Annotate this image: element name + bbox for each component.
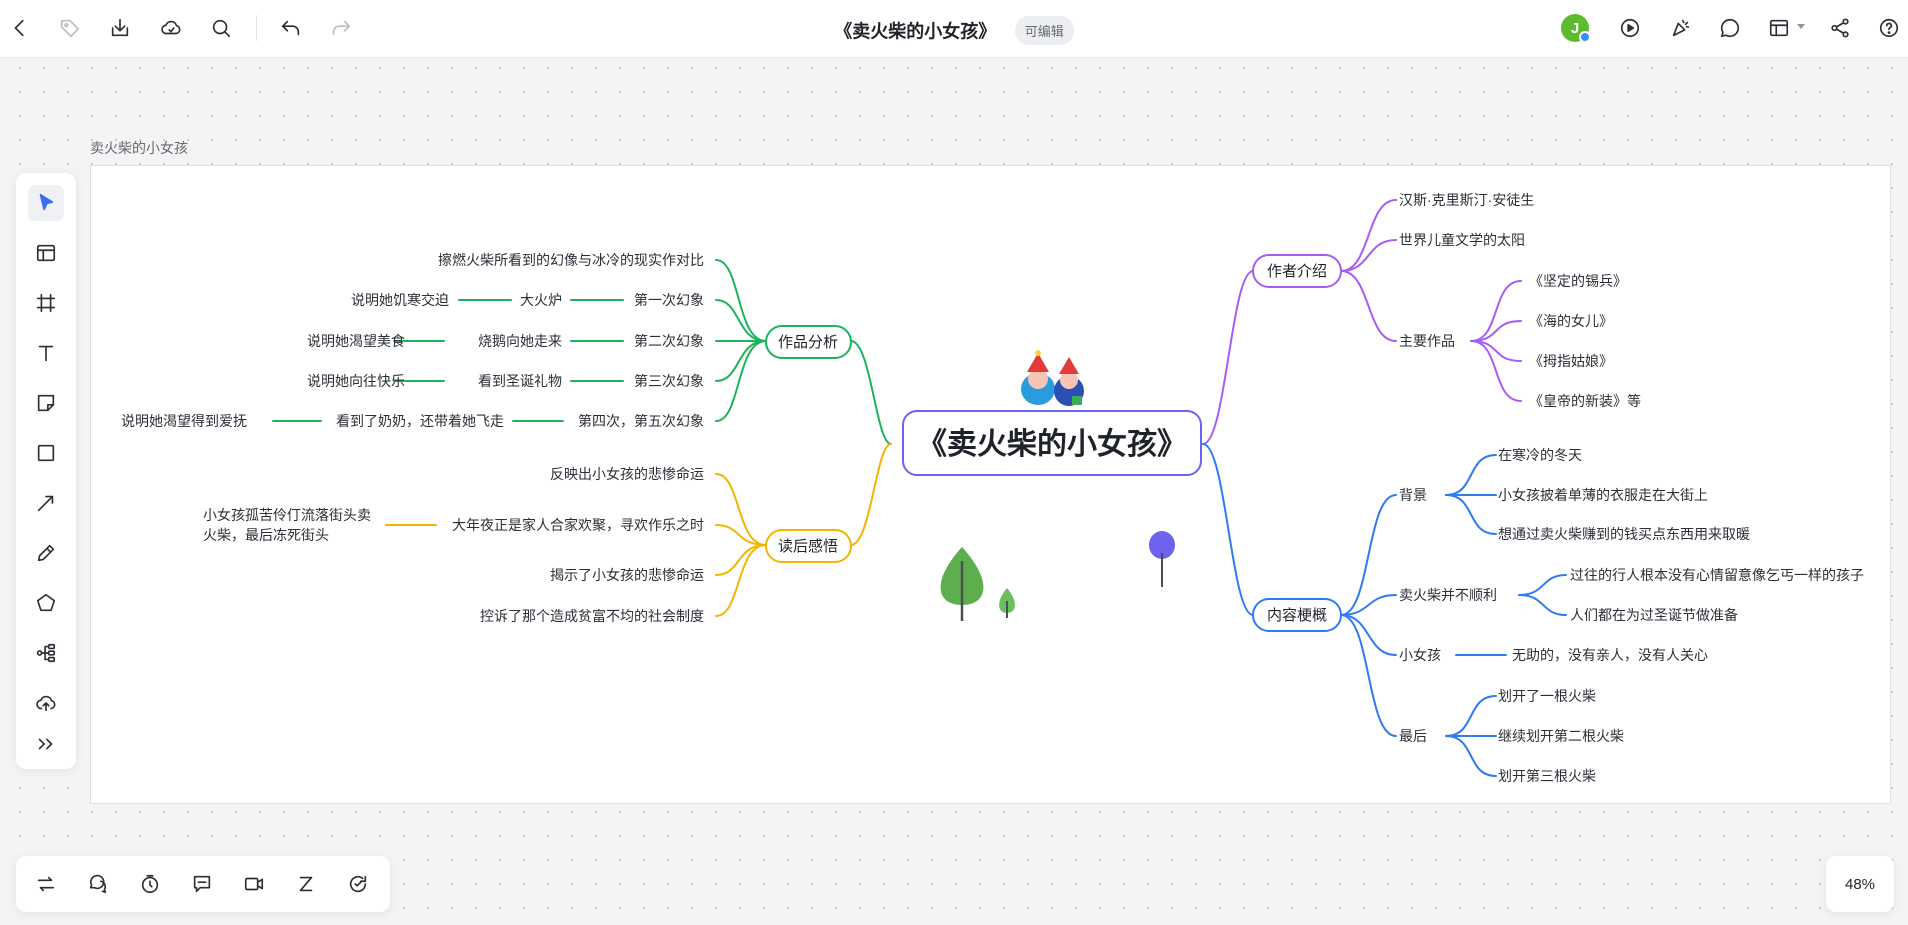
left-toolbar [16,173,76,769]
present-icon[interactable] [1615,13,1645,43]
tree-illustration [940,531,1175,621]
author-work-1[interactable]: 《坚定的锡兵》 [1529,273,1627,289]
select-tool-icon[interactable] [28,185,64,221]
swap-icon[interactable] [31,869,61,899]
layout-icon[interactable] [1764,13,1794,43]
more-tools-icon[interactable] [28,726,64,762]
pen-tool-icon[interactable] [28,535,64,571]
summary-selling-1[interactable]: 过往的行人根本没有心情留意像乞丐一样的孩子 [1570,567,1864,583]
summary-background-2[interactable]: 小女孩披着单薄的衣服走在大街上 [1498,487,1708,503]
video-icon[interactable] [239,869,269,899]
reflection-sub-line-2[interactable]: 火柴，最后冻死街头 [203,527,329,543]
analysis-meaning-2[interactable]: 说明她渴望美食 [307,333,405,349]
undo-icon[interactable] [276,13,306,43]
back-icon[interactable] [5,13,35,43]
text-tool-icon[interactable] [28,335,64,371]
upload-tool-icon[interactable] [28,685,64,721]
share-icon[interactable] [1825,13,1855,43]
sleep-icon[interactable] [291,869,321,899]
summary-end-2[interactable]: 继续划开第二根火柴 [1498,728,1624,744]
online-status-dot [1579,31,1591,43]
reflection-item-2[interactable]: 大年夜正是家人合家欢聚，寻欢作乐之时 [452,517,704,533]
mindmap-tool-icon[interactable] [28,635,64,671]
summary-girl-label[interactable]: 小女孩 [1399,647,1441,663]
summary-selling-2[interactable]: 人们都在为过圣诞节做准备 [1570,607,1738,623]
summary-background-label[interactable]: 背景 [1399,487,1427,503]
author-title[interactable]: 世界儿童文学的太阳 [1399,232,1525,248]
analysis-image-1[interactable]: 大火炉 [520,292,562,308]
summary-end-1[interactable]: 划开了一根火柴 [1498,688,1596,704]
analysis-vision-3[interactable]: 第三次幻象 [634,373,704,389]
branch-author-label: 作者介绍 [1267,263,1327,280]
reflection-item-4[interactable]: 控诉了那个造成贫富不均的社会制度 [480,608,704,624]
reflection-sub-line-1[interactable]: 小女孩孤苦伶仃流落街头卖 [203,507,371,523]
frame-label[interactable]: 卖火柴的小女孩 [90,138,188,158]
summary-end-3[interactable]: 划开第三根火柴 [1498,768,1596,784]
reflection-item-1[interactable]: 反映出小女孩的悲惨命运 [550,466,704,482]
zoom-level-indicator[interactable]: 48% [1826,856,1894,912]
document-title[interactable]: 《卖火柴的小女孩》 [834,22,996,42]
shape-tool-icon[interactable] [28,585,64,621]
search-icon[interactable] [206,13,236,43]
redo-icon[interactable] [326,13,356,43]
toolbar-divider [256,15,257,41]
analysis-meaning-4[interactable]: 说明她渴望得到爱抚 [121,413,247,429]
author-work-3[interactable]: 《拇指姑娘》 [1529,353,1613,369]
kids-illustration [1021,350,1084,406]
celebrate-icon[interactable] [1666,13,1696,43]
summary-background-1[interactable]: 在寒冷的冬天 [1498,447,1582,463]
sticky-note-tool-icon[interactable] [28,385,64,421]
mindmap-frame[interactable]: 《卖火柴的小女孩》 作品分析 读后感悟 作者介绍 内容梗概 擦燃火柴所看到的幻像… [90,165,1891,804]
help-icon[interactable] [1874,13,1904,43]
cloud-icon[interactable] [156,13,186,43]
tag-icon[interactable] [55,13,85,43]
root-label: 《卖火柴的小女孩》 [917,427,1187,461]
branch-reflection-label: 读后感悟 [778,538,838,555]
comment-box-icon[interactable] [187,869,217,899]
rectangle-tool-icon[interactable] [28,435,64,471]
comment-icon[interactable] [1715,13,1745,43]
analysis-vision-1[interactable]: 第一次幻象 [634,292,704,308]
frame-tool-icon[interactable] [28,285,64,321]
summary-selling-label[interactable]: 卖火柴并不顺利 [1399,587,1497,603]
summary-girl-item[interactable]: 无助的，没有亲人，没有人关心 [1512,647,1708,663]
analysis-meaning-3[interactable]: 说明她向往快乐 [307,373,405,389]
author-work-4[interactable]: 《皇帝的新装》等 [1529,393,1641,409]
summary-end-label[interactable]: 最后 [1399,728,1427,744]
author-name[interactable]: 汉斯·克里斯汀·安徒生 [1399,192,1534,208]
branch-analysis-label: 作品分析 [778,334,838,351]
chat-bubbles-icon[interactable] [83,869,113,899]
download-icon[interactable] [105,13,135,43]
author-works-label[interactable]: 主要作品 [1399,333,1455,349]
template-tool-icon[interactable] [28,235,64,271]
timer-icon[interactable] [135,869,165,899]
analysis-image-4[interactable]: 看到了奶奶，还带着她飞走 [336,413,504,429]
bottom-toolbar [16,856,390,912]
analysis-image-3[interactable]: 看到圣诞礼物 [478,373,562,389]
chevron-down-icon[interactable] [1797,24,1805,29]
mindmap-canvas: 《卖火柴的小女孩》 作品分析 读后感悟 作者介绍 内容梗概 擦燃火柴所看到的幻像… [121,192,1864,784]
author-work-2[interactable]: 《海的女儿》 [1529,313,1613,329]
analysis-image-2[interactable]: 烧鹅向她走来 [478,333,562,349]
summary-background-3[interactable]: 想通过卖火柴赚到的钱买点东西用来取暖 [1498,526,1750,542]
analysis-vision-4[interactable]: 第四次，第五次幻象 [578,413,704,429]
connectors [272,199,1567,777]
editable-badge[interactable]: 可编辑 [1014,16,1074,45]
user-avatar[interactable]: J [1561,14,1591,43]
avatar-initial: J [1570,19,1580,37]
analysis-vision-2[interactable]: 第二次幻象 [634,333,704,349]
reflection-item-3[interactable]: 揭示了小女孩的悲惨命运 [550,567,704,583]
top-bar: 《卖火柴的小女孩》 可编辑 J [0,0,1908,58]
sync-icon[interactable] [343,869,373,899]
analysis-meaning-1[interactable]: 说明她饥寒交迫 [351,292,449,308]
line-tool-icon[interactable] [28,485,64,521]
branch-summary-label: 内容梗概 [1267,607,1327,624]
analysis-contrast[interactable]: 擦燃火柴所看到的幻像与冰冷的现实作对比 [438,252,704,268]
